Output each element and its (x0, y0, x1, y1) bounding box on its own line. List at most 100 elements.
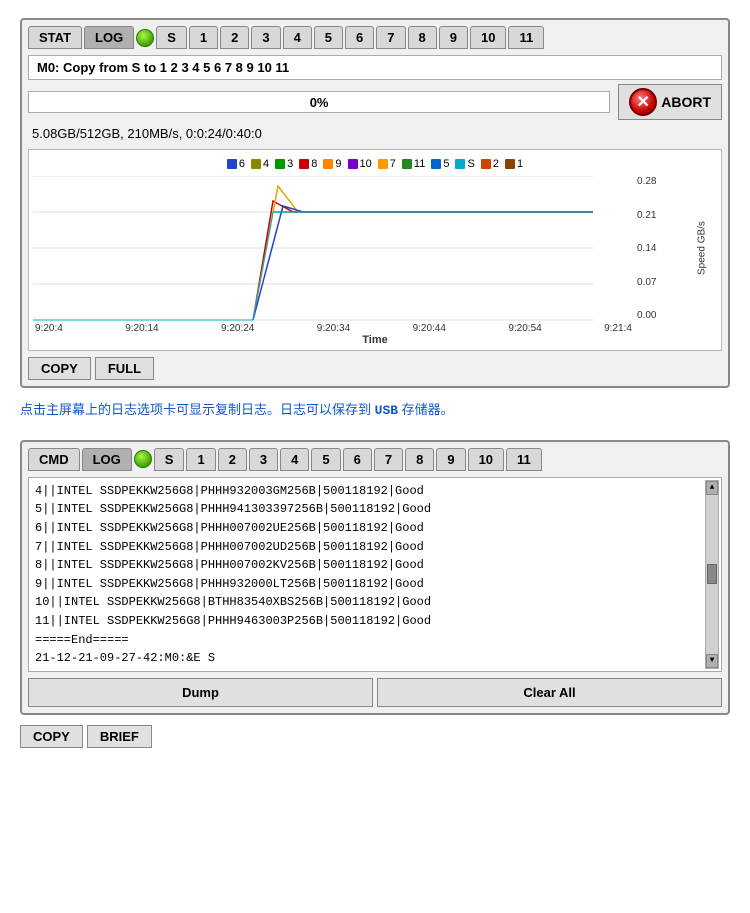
scrollbar[interactable]: ▲ ▼ (705, 480, 719, 669)
chart-wrapper: 0.28 0.21 0.14 0.07 0.00 Speed GB/s (33, 176, 717, 321)
chart-svg (33, 176, 635, 321)
tab-stat[interactable]: STAT (28, 26, 82, 49)
tab-10[interactable]: 10 (470, 26, 506, 49)
tab2-9[interactable]: 9 (436, 448, 465, 471)
x-label-1: 9:20:4 (35, 323, 63, 334)
log-line: 6||INTEL SSDPEKKW256G8|PHHH007002UE256B|… (35, 519, 715, 538)
legend-2: 2 (481, 158, 499, 170)
x-axis-title: Time (33, 334, 717, 346)
green-status-icon (136, 29, 154, 47)
tab2-4[interactable]: 4 (280, 448, 309, 471)
log-line: 21-12-21-09-27-42:M0:&E S (35, 649, 715, 668)
tab-log[interactable]: LOG (84, 26, 134, 49)
desc-end: 存储器。 (402, 402, 454, 417)
log-line: 21-12-21-09-28-10:M0:Execute command "cl… (35, 668, 715, 672)
copy-button-1[interactable]: COPY (28, 357, 91, 380)
tab2-7[interactable]: 7 (374, 448, 403, 471)
y-label-007: 0.07 (637, 277, 685, 288)
description-text: 点击主屏幕上的日志选项卡可显示复制日志。日志可以保存到 USB 存储器。 (20, 400, 730, 422)
chart-legend: 6 4 3 8 9 10 7 11 5 (33, 156, 717, 172)
tab-s[interactable]: S (156, 26, 187, 49)
tab2-3[interactable]: 3 (249, 448, 278, 471)
y-label-000: 0.00 (637, 310, 685, 321)
abort-icon: ✕ (629, 88, 657, 116)
tab-5[interactable]: 5 (314, 26, 343, 49)
desc-usb: USB (375, 403, 398, 418)
tab-8[interactable]: 8 (408, 26, 437, 49)
legend-1: 1 (505, 158, 523, 170)
tab-9[interactable]: 9 (439, 26, 468, 49)
progress-row: 0% ✕ ABORT (28, 84, 722, 120)
brief-button[interactable]: BRIEF (87, 725, 152, 748)
legend-4: 4 (251, 158, 269, 170)
progress-bar: 0% (28, 91, 610, 113)
log-line: 10||INTEL SSDPEKKW256G8|BTHH83540XBS256B… (35, 593, 715, 612)
panel2-bottom-buttons: COPY BRIEF (20, 725, 730, 748)
tab2-s[interactable]: S (154, 448, 185, 471)
legend-8: 8 (299, 158, 317, 170)
scroll-up-arrow[interactable]: ▲ (706, 481, 718, 495)
x-label-2: 9:20:14 (125, 323, 158, 334)
desc-main: 点击主屏幕上的日志选项卡可显示复制日志。日志可以保存到 (20, 402, 371, 417)
tab-log-2[interactable]: LOG (82, 448, 132, 471)
tab2-1[interactable]: 1 (186, 448, 215, 471)
full-button[interactable]: FULL (95, 357, 154, 380)
log-line: 5||INTEL SSDPEKKW256G8|PHHH941303397256B… (35, 500, 715, 519)
panel2: CMD LOG S 1 2 3 4 5 6 7 8 9 10 11 4||INT… (20, 440, 730, 715)
tab-2[interactable]: 2 (220, 26, 249, 49)
x-label-6: 9:20:54 (508, 323, 541, 334)
tab-3[interactable]: 3 (251, 26, 280, 49)
tab2-11[interactable]: 11 (506, 448, 542, 471)
green-status-icon-2 (134, 450, 152, 468)
copy-button-2[interactable]: COPY (20, 725, 83, 748)
abort-button[interactable]: ✕ ABORT (618, 84, 722, 120)
tab2-8[interactable]: 8 (405, 448, 434, 471)
x-label-5: 9:20:44 (413, 323, 446, 334)
y-axis-labels: 0.28 0.21 0.14 0.07 0.00 (635, 176, 687, 321)
log-text: 4||INTEL SSDPEKKW256G8|PHHH932003GM256B|… (35, 482, 715, 672)
scroll-down-arrow[interactable]: ▼ (706, 654, 718, 668)
log-line: 11||INTEL SSDPEKKW256G8|PHHH9463003P256B… (35, 612, 715, 631)
info-message: M0: Copy from S to 1 2 3 4 5 6 7 8 9 10 … (28, 55, 722, 80)
tab-11[interactable]: 11 (508, 26, 544, 49)
tab-1[interactable]: 1 (189, 26, 218, 49)
stats-bar: 5.08GB/512GB, 210MB/s, 0:0:24/0:40:0 (28, 124, 722, 143)
log-btn-row: Dump Clear All (28, 678, 722, 707)
log-line: 9||INTEL SSDPEKKW256G8|PHHH932000LT256B|… (35, 575, 715, 594)
legend-3: 3 (275, 158, 293, 170)
legend-7: 7 (378, 158, 396, 170)
x-label-3: 9:20:24 (221, 323, 254, 334)
tab2-6[interactable]: 6 (343, 448, 372, 471)
progress-text: 0% (310, 95, 329, 110)
log-content: 4||INTEL SSDPEKKW256G8|PHHH932003GM256B|… (28, 477, 722, 672)
scroll-thumb[interactable] (707, 564, 717, 584)
legend-6: 6 (227, 158, 245, 170)
y-axis-title: Speed GB/s (687, 176, 717, 321)
tab-bar-1: STAT LOG S 1 2 3 4 5 6 7 8 9 10 11 (28, 26, 722, 49)
log-line: 7||INTEL SSDPEKKW256G8|PHHH007002UD256B|… (35, 538, 715, 557)
legend-11: 11 (402, 158, 425, 170)
tab-bar-2: CMD LOG S 1 2 3 4 5 6 7 8 9 10 11 (28, 448, 722, 471)
legend-10: 10 (348, 158, 372, 170)
y-label-021: 0.21 (637, 210, 685, 221)
tab-6[interactable]: 6 (345, 26, 374, 49)
log-line: =====End===== (35, 631, 715, 650)
tab-4[interactable]: 4 (283, 26, 312, 49)
chart-container: 6 4 3 8 9 10 7 11 5 (28, 149, 722, 351)
tab2-5[interactable]: 5 (311, 448, 340, 471)
panel1: STAT LOG S 1 2 3 4 5 6 7 8 9 10 11 M0: C… (20, 18, 730, 388)
dump-button[interactable]: Dump (28, 678, 373, 707)
x-axis-labels: 9:20:4 9:20:14 9:20:24 9:20:34 9:20:44 9… (33, 321, 717, 334)
tab-cmd[interactable]: CMD (28, 448, 80, 471)
x-label-7: 9:21:4 (604, 323, 632, 334)
x-label-4: 9:20:34 (317, 323, 350, 334)
log-line: 4||INTEL SSDPEKKW256G8|PHHH932003GM256B|… (35, 482, 715, 501)
clear-all-button[interactable]: Clear All (377, 678, 722, 707)
tab-7[interactable]: 7 (376, 26, 405, 49)
y-label-014: 0.14 (637, 243, 685, 254)
abort-label: ABORT (661, 94, 711, 110)
tab2-10[interactable]: 10 (468, 448, 504, 471)
tab2-2[interactable]: 2 (218, 448, 247, 471)
log-line: 8||INTEL SSDPEKKW256G8|PHHH007002KV256B|… (35, 556, 715, 575)
legend-s: S (455, 158, 474, 170)
